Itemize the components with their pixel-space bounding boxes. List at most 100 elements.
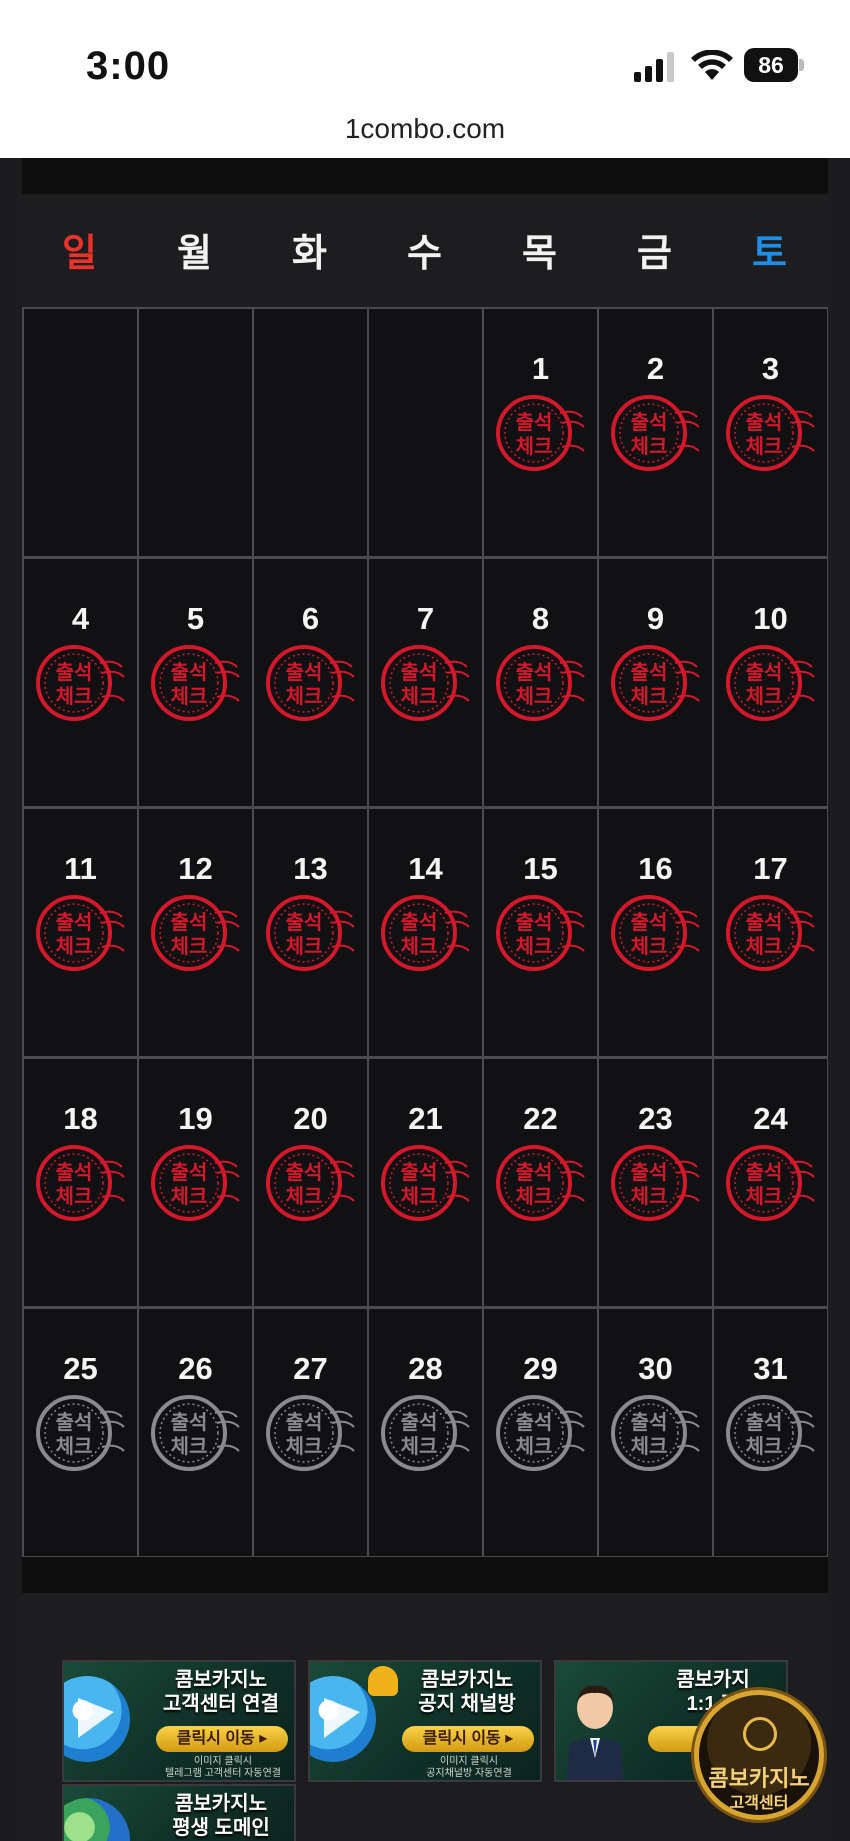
svg-text:출석: 출석	[171, 910, 208, 934]
svg-text:출석: 출석	[746, 660, 783, 684]
calendar-day-cell[interactable]: 18 출석 체크	[24, 1059, 137, 1306]
banner-customer-center[interactable]: 콤보카지노 고객센터 연결 클릭시 이동 ▸ 이미지 클릭시 텔레그램 고객센터 자…	[62, 1660, 296, 1782]
calendar-day-cell[interactable]: 21 출석 체크	[369, 1059, 482, 1306]
banner-subtext: 텔레그램 고객센터 자동연결	[165, 1768, 281, 1779]
attendance-stamp-checked-icon: 출석 체크	[375, 1139, 471, 1225]
svg-text:출석: 출석	[286, 910, 323, 934]
calendar-day-cell[interactable]: 13 출석 체크	[254, 809, 367, 1056]
weekday-label: 수	[407, 233, 442, 275]
calendar-day-cell[interactable]: 10 출석 체크	[714, 559, 827, 806]
calendar-day-cell[interactable]: 12 출석 체크	[139, 809, 252, 1056]
calendar-day-cell[interactable]: 22 출석 체크	[484, 1059, 597, 1306]
banner-permanent-domain[interactable]: 콤보카지노 평생 도메인	[62, 1784, 296, 1841]
day-number: 15	[523, 851, 558, 886]
day-number: 21	[408, 1101, 443, 1136]
svg-text:출석: 출석	[286, 1410, 323, 1434]
calendar-day-cell[interactable]: 26 출석 체크	[139, 1309, 252, 1556]
banner-title-line: 고객센터 연결	[163, 1693, 279, 1715]
svg-text:체크: 체크	[56, 1184, 93, 1208]
svg-text:체크: 체크	[171, 934, 208, 958]
attendance-stamp-checked-icon: 출석 체크	[720, 889, 816, 975]
svg-text:체크: 체크	[746, 1184, 783, 1208]
attendance-stamp-checked-icon: 출석 체크	[375, 889, 471, 975]
agent-avatar-icon	[566, 1685, 624, 1780]
calendar-day-cell[interactable]: 5 출석 체크	[139, 559, 252, 806]
attendance-stamp-checked-icon: 출석 체크	[490, 639, 586, 725]
svg-text:출석: 출석	[746, 910, 783, 934]
svg-text:출석: 출석	[286, 660, 323, 684]
battery-level: 86	[744, 48, 798, 82]
calendar-day-cell[interactable]: 4 출석 체크	[24, 559, 137, 806]
calendar-day-cell[interactable]: 16 출석 체크	[599, 809, 712, 1056]
calendar-day-cell[interactable]: 2 출석 체크	[599, 309, 712, 556]
attendance-stamp-empty-icon: 출석 체크	[30, 1389, 126, 1475]
calendar-day-cell[interactable]: 24 출석 체크	[714, 1059, 827, 1306]
banner-click-button[interactable]: 클릭시 이동 ▸	[156, 1726, 288, 1752]
day-number: 17	[753, 851, 788, 886]
svg-text:출석: 출석	[631, 1410, 668, 1434]
calendar-day-cell[interactable]: 15 출석 체크	[484, 809, 597, 1056]
calendar-day-cell[interactable]: 17 출석 체크	[714, 809, 827, 1056]
floating-customer-center-button[interactable]: 콤보카지노 고객센터	[694, 1690, 824, 1820]
svg-text:체크: 체크	[56, 934, 93, 958]
attendance-stamp-checked-icon: 출석 체크	[145, 1139, 241, 1225]
day-number: 18	[63, 1101, 98, 1136]
url-bar[interactable]: 1combo.com	[0, 108, 850, 158]
calendar-day-cell[interactable]: 30 출석 체크	[599, 1309, 712, 1556]
globe-icon	[64, 1798, 130, 1841]
svg-text:체크: 체크	[401, 1434, 438, 1458]
calendar-day-cell[interactable]: 8 출석 체크	[484, 559, 597, 806]
svg-text:체크: 체크	[171, 1184, 208, 1208]
svg-text:체크: 체크	[516, 434, 553, 458]
calendar-day-cell[interactable]: 3 출석 체크	[714, 309, 827, 556]
calendar-empty-cell	[24, 309, 137, 556]
banner-subtext: 이미지 클릭시	[194, 1756, 252, 1767]
svg-text:체크: 체크	[516, 1184, 553, 1208]
svg-text:출석: 출석	[56, 1410, 93, 1434]
calendar-day-cell[interactable]: 29 출석 체크	[484, 1309, 597, 1556]
calendar-day-cell[interactable]: 14 출석 체크	[369, 809, 482, 1056]
svg-text:체크: 체크	[56, 1434, 93, 1458]
svg-text:체크: 체크	[171, 684, 208, 708]
svg-text:출석: 출석	[516, 910, 553, 934]
day-number: 25	[63, 1351, 98, 1386]
calendar-day-cell[interactable]: 6 출석 체크	[254, 559, 367, 806]
attendance-stamp-checked-icon: 출석 체크	[720, 1139, 816, 1225]
svg-text:체크: 체크	[516, 1434, 553, 1458]
banner-title-line: 평생 도메인	[172, 1817, 270, 1839]
paper-plane-icon	[78, 1698, 114, 1738]
calendar-header-strip	[22, 158, 828, 194]
day-number: 11	[64, 851, 97, 886]
svg-text:체크: 체크	[401, 684, 438, 708]
calendar-day-cell[interactable]: 28 출석 체크	[369, 1309, 482, 1556]
calendar-day-cell[interactable]: 7 출석 체크	[369, 559, 482, 806]
day-number: 16	[638, 851, 673, 886]
svg-text:출석: 출석	[516, 1410, 553, 1434]
banner-title-line: 콤보카지노	[175, 1793, 267, 1815]
calendar-day-cell[interactable]: 31 출석 체크	[714, 1309, 827, 1556]
calendar-day-cell[interactable]: 20 출석 체크	[254, 1059, 367, 1306]
svg-text:체크: 체크	[286, 1184, 323, 1208]
calendar-day-cell[interactable]: 25 출석 체크	[24, 1309, 137, 1556]
calendar-day-cell[interactable]: 23 출석 체크	[599, 1059, 712, 1306]
banner-subtext: 이미지 클릭시	[440, 1756, 498, 1767]
day-number: 28	[408, 1351, 443, 1386]
svg-text:출석: 출석	[171, 1410, 208, 1434]
calendar-day-cell[interactable]: 1 출석 체크	[484, 309, 597, 556]
svg-text:출석: 출석	[401, 660, 438, 684]
svg-text:체크: 체크	[746, 1434, 783, 1458]
calendar-footer-strip	[22, 1557, 828, 1593]
svg-text:체크: 체크	[746, 684, 783, 708]
svg-text:체크: 체크	[746, 934, 783, 958]
banner-click-button[interactable]: 클릭시 이동 ▸	[402, 1726, 534, 1752]
calendar-day-cell[interactable]: 19 출석 체크	[139, 1059, 252, 1306]
calendar-day-cell[interactable]: 11 출석 체크	[24, 809, 137, 1056]
weekday-label: 일	[62, 233, 97, 275]
day-number: 31	[753, 1351, 788, 1386]
svg-text:체크: 체크	[286, 1434, 323, 1458]
calendar-day-cell[interactable]: 9 출석 체크	[599, 559, 712, 806]
calendar-day-cell[interactable]: 27 출석 체크	[254, 1309, 367, 1556]
calendar-empty-cell	[254, 309, 367, 556]
banner-notice-channel[interactable]: 콤보카지노 공지 채널방 클릭시 이동 ▸ 이미지 클릭시 공지채널방 자동연결	[308, 1660, 542, 1782]
svg-text:체크: 체크	[631, 684, 668, 708]
